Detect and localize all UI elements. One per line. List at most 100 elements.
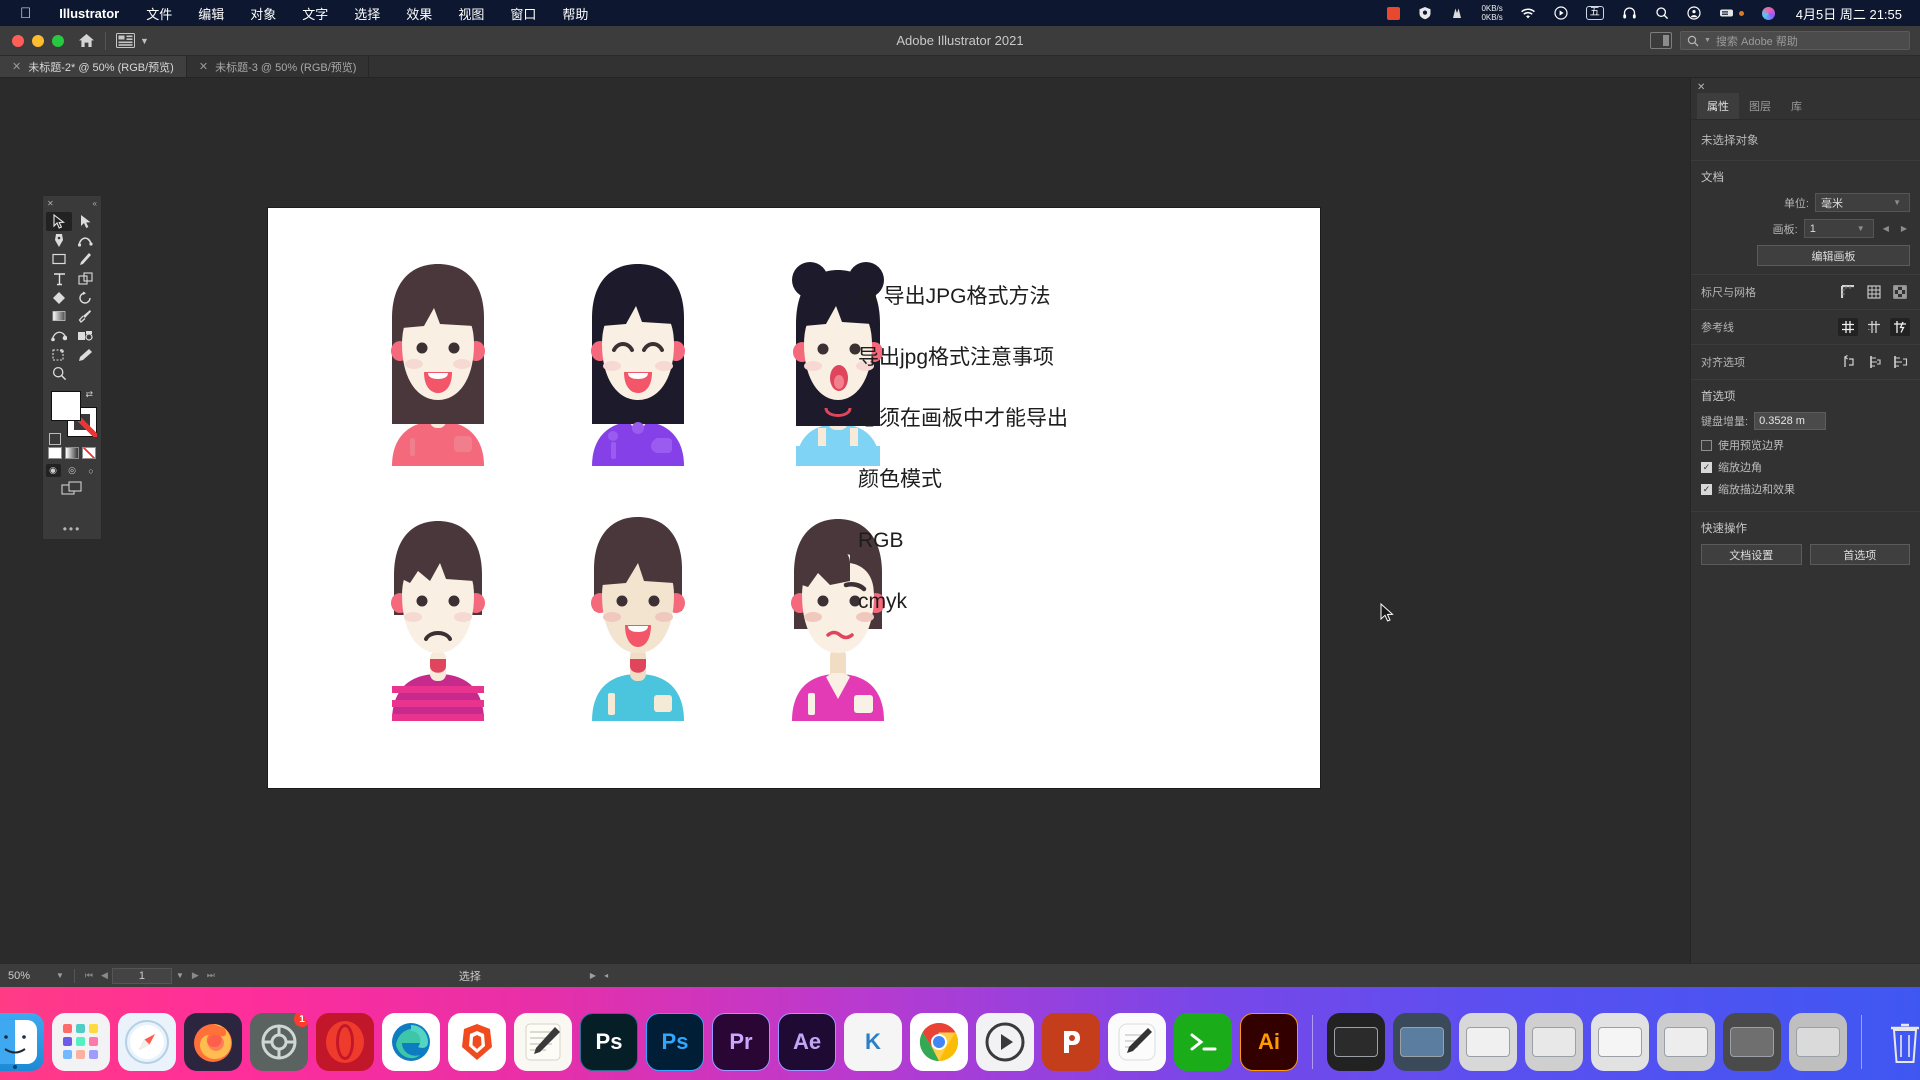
close-icon[interactable]: ✕	[47, 199, 54, 208]
maximize-window-button[interactable]	[52, 34, 64, 47]
canvas-text-line-5[interactable]: RGB	[858, 530, 1188, 551]
last-artboard-icon[interactable]: ⏭	[203, 970, 219, 981]
eraser-tool[interactable]	[46, 288, 72, 307]
play-circle-icon[interactable]	[1545, 6, 1577, 20]
dock-minimized-window-6[interactable]	[1657, 1013, 1715, 1071]
align-pixel-grid-icon[interactable]	[1838, 353, 1858, 371]
chevron-down-icon[interactable]: ▼	[172, 971, 188, 980]
gradient-tool[interactable]	[46, 307, 72, 326]
unit-select[interactable]: 毫米 ▼	[1815, 193, 1910, 212]
next-artboard-icon[interactable]: ▶	[188, 970, 203, 981]
shield-icon[interactable]	[1409, 6, 1441, 20]
tool-status-label[interactable]: 选择	[459, 968, 481, 984]
tab-libraries[interactable]: 库	[1781, 93, 1812, 119]
close-icon[interactable]: ✕	[199, 60, 208, 73]
menubar-app-name[interactable]: Illustrator	[45, 6, 133, 21]
dock-item-powerpoint[interactable]	[1042, 1013, 1100, 1071]
smart-guides-icon[interactable]	[1890, 318, 1910, 336]
preferences-button[interactable]: 首选项	[1809, 544, 1910, 565]
keyboard-increment-input[interactable]: 0.3528 m	[1754, 412, 1827, 430]
close-icon[interactable]: ✕	[12, 60, 21, 73]
snap-to-grid-icon[interactable]	[1890, 353, 1910, 371]
prev-artboard-icon[interactable]: ◀	[97, 970, 112, 981]
control-center-icon[interactable]	[1678, 6, 1710, 20]
dock-item-notes[interactable]	[514, 1013, 572, 1071]
checkbox-scale-corners[interactable]: ✓ 缩放边角	[1701, 459, 1910, 475]
document-setup-button[interactable]: 文档设置	[1701, 544, 1802, 565]
dock-item-finder[interactable]	[0, 1013, 44, 1071]
menu-object[interactable]: 对象	[237, 4, 289, 23]
menu-file[interactable]: 文件	[133, 4, 185, 23]
show-rulers-icon[interactable]	[1838, 283, 1858, 301]
dock-item-settings[interactable]: 1	[250, 1013, 308, 1071]
menu-select[interactable]: 选择	[341, 4, 393, 23]
type-tool[interactable]	[46, 269, 72, 288]
red-square-icon[interactable]	[1378, 6, 1409, 20]
dock-item-photoshop-dark[interactable]: Ps	[580, 1013, 638, 1071]
menu-view[interactable]: 视图	[445, 4, 497, 23]
collapse-panel-icon[interactable]: «	[93, 199, 97, 208]
edit-artboard-button[interactable]: 编辑画板	[1757, 245, 1910, 266]
direct-selection-tool[interactable]	[72, 212, 98, 231]
resize-grip-icon[interactable]: ◂	[600, 971, 612, 980]
selection-tool[interactable]	[46, 212, 72, 231]
rectangle-tool[interactable]	[46, 250, 72, 269]
document-tab-2[interactable]: ✕ 未标题-3 @ 50% (RGB/预览)	[186, 56, 370, 77]
dock-minimized-window-7[interactable]	[1723, 1013, 1781, 1071]
dock-item-edge[interactable]	[382, 1013, 440, 1071]
panel-toggle-icon[interactable]	[1650, 32, 1672, 49]
draw-behind-button[interactable]: ◎	[65, 464, 80, 477]
dock-item-iina[interactable]	[976, 1013, 1034, 1071]
artboard-tool[interactable]	[46, 345, 72, 364]
dock-minimized-window-1[interactable]	[1327, 1013, 1385, 1071]
pen-tool[interactable]	[46, 231, 72, 250]
avatar-girl-long-brown-hair-pink-shirt[interactable]	[378, 256, 498, 466]
dock-item-keyshot[interactable]: K	[844, 1013, 902, 1071]
menu-edit[interactable]: 编辑	[185, 4, 237, 23]
dock-minimized-window-5[interactable]	[1591, 1013, 1649, 1071]
prev-artboard-icon[interactable]: ◀	[1880, 224, 1892, 233]
chevron-down-icon[interactable]: ▼	[140, 36, 149, 46]
arrange-documents-icon[interactable]: ▼	[116, 33, 149, 48]
shape-builder-tool[interactable]	[72, 269, 98, 288]
menu-window[interactable]: 窗口	[497, 4, 549, 23]
dock-item-brave[interactable]	[448, 1013, 506, 1071]
properties-panel[interactable]: ✕ 属性 图层 库 未选择对象 文档 单位: 毫米 ▼ 画板: 1 ▼ ◀ ▶ …	[1690, 78, 1920, 963]
avatar-boy-sad-striped-shirt[interactable]	[378, 511, 498, 721]
default-fill-stroke-icon[interactable]	[49, 433, 61, 445]
avatar-girl-black-hair-purple-shirt[interactable]	[578, 256, 698, 466]
draw-normal-button[interactable]: ◉	[45, 464, 61, 477]
menu-effect[interactable]: 效果	[393, 4, 445, 23]
canvas-text-line-1[interactable]: AI 导出JPG格式方法	[858, 286, 1188, 307]
ime-chinese-icon[interactable]: 五	[1577, 6, 1613, 20]
mountain-icon[interactable]	[1441, 6, 1473, 20]
next-artboard-icon[interactable]: ▶	[1898, 224, 1910, 233]
dock-item-photoshop[interactable]: Ps	[646, 1013, 704, 1071]
play-icon[interactable]: ▶	[586, 971, 600, 980]
dock-item-illustrator[interactable]: Ai	[1240, 1013, 1298, 1071]
blend-tool[interactable]	[46, 326, 72, 345]
apple-icon[interactable]: 	[10, 6, 45, 21]
perspective-grid-tool[interactable]	[72, 326, 98, 345]
home-icon[interactable]	[78, 33, 95, 48]
menu-type[interactable]: 文字	[289, 4, 341, 23]
battery-icon[interactable]	[1710, 7, 1753, 19]
color-mode-button[interactable]	[48, 447, 62, 459]
screen-mode-button[interactable]	[43, 481, 101, 495]
artboard-select[interactable]: 1 ▼	[1803, 219, 1874, 238]
pencil-tool[interactable]	[72, 345, 98, 364]
dock-minimized-window-3[interactable]	[1459, 1013, 1517, 1071]
show-transparency-grid-icon[interactable]	[1890, 283, 1910, 301]
checkbox-scale-strokes-effects[interactable]: ✓ 缩放描边和效果	[1701, 481, 1910, 497]
canvas-text-block[interactable]: AI 导出JPG格式方法 导出jpg格式注意事项 必须在画板中才能导出 颜色模式…	[858, 286, 1188, 652]
checkbox-use-preview-bounds[interactable]: 使用预览边界	[1701, 437, 1910, 453]
tab-properties[interactable]: 属性	[1697, 93, 1739, 119]
canvas-text-line-6[interactable]: cmyk	[858, 591, 1188, 612]
trash-icon[interactable]	[1876, 1013, 1920, 1071]
rotate-tool[interactable]	[72, 288, 98, 307]
search-icon[interactable]	[1646, 6, 1678, 20]
zoom-tool[interactable]	[46, 364, 72, 383]
help-search-input[interactable]: ▼ 搜索 Adobe 帮助	[1680, 31, 1910, 50]
menu-help[interactable]: 帮助	[549, 4, 601, 23]
show-guides-icon[interactable]	[1838, 318, 1858, 336]
